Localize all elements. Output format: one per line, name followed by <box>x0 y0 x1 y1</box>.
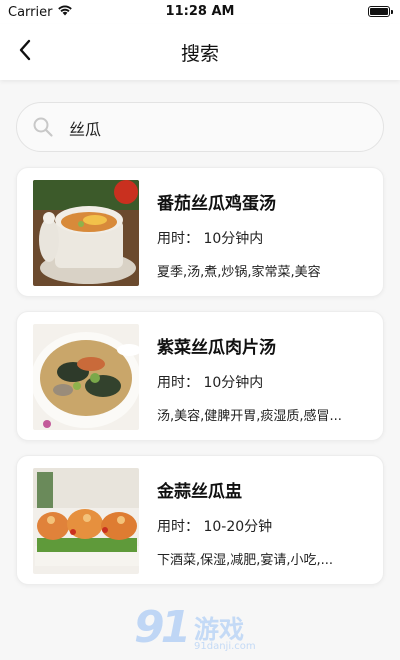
status-time: 11:28 AM <box>165 4 235 19</box>
recipe-card[interactable]: 紫菜丝瓜肉片汤 用时： 10分钟内 汤,美容,健脾开胃,痰湿质,感冒... <box>16 311 384 441</box>
search-icon <box>32 116 54 142</box>
nav-bar: 搜索 <box>0 24 400 80</box>
watermark-logo: 91 游戏 91danji.com <box>134 602 274 660</box>
recipe-time: 用时： 10分钟内 <box>157 231 264 247</box>
recipe-time: 用时： 10分钟内 <box>157 375 264 391</box>
recipe-image <box>33 180 139 286</box>
recipe-image <box>33 468 139 574</box>
recipe-card[interactable]: 金蒜丝瓜盅 用时： 10-20分钟 下酒菜,保湿,减肥,宴请,小吃,... <box>16 455 384 585</box>
search-input[interactable] <box>69 115 369 141</box>
recipe-tags: 下酒菜,保湿,减肥,宴请,小吃,... <box>157 553 334 568</box>
recipe-title: 金蒜丝瓜盅 <box>157 482 242 502</box>
recipe-title: 紫菜丝瓜肉片汤 <box>157 338 276 358</box>
recipe-title: 番茄丝瓜鸡蛋汤 <box>157 194 276 214</box>
recipe-card[interactable]: 番茄丝瓜鸡蛋汤 用时： 10分钟内 夏季,汤,煮,炒锅,家常菜,美容 <box>16 167 384 297</box>
recipe-time: 用时： 10-20分钟 <box>157 519 273 535</box>
watermark-number: 91 <box>134 602 191 653</box>
recipe-tags: 汤,美容,健脾开胃,痰湿质,感冒... <box>157 409 342 424</box>
battery-icon <box>368 6 393 17</box>
search-box[interactable] <box>16 102 384 152</box>
recipe-image <box>33 324 139 430</box>
status-bar: Carrier 11:28 AM <box>0 0 400 24</box>
watermark-url: 91danji.com <box>194 641 256 652</box>
page-title: 搜索 <box>180 43 219 65</box>
recipe-tags: 夏季,汤,煮,炒锅,家常菜,美容 <box>157 265 321 280</box>
